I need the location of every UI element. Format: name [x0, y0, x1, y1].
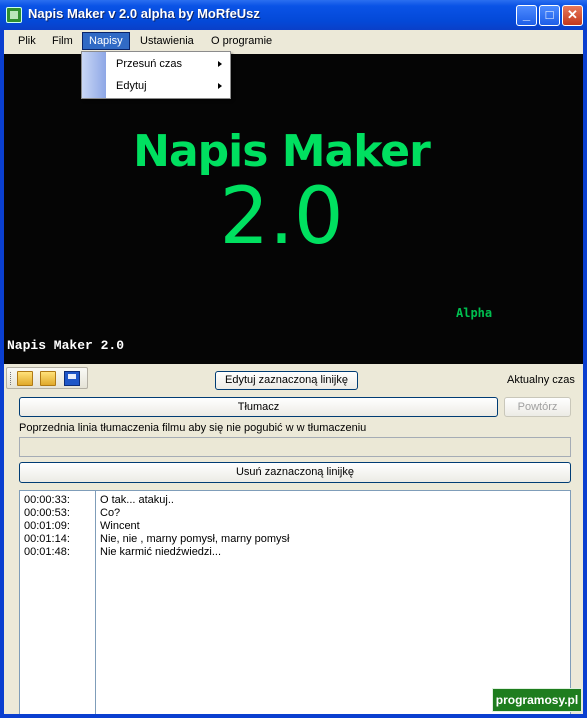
menu-plik[interactable]: Plik [12, 33, 42, 49]
video-player[interactable]: Napis Maker 2.0 Alpha Napis Maker 2.0 [4, 54, 583, 364]
subtitle-time: 00:01:09: [24, 520, 70, 532]
close-icon: ✕ [567, 7, 578, 22]
napisy-dropdown-menu: Przesuń czas Edytuj [81, 51, 231, 99]
delete-line-button[interactable]: Usuń zaznaczoną linijkę [19, 462, 571, 483]
video-caption: Napis Maker 2.0 [7, 338, 125, 353]
subtitle-list[interactable]: 00:00:33: O tak... atakuj.. 00:00:53: Co… [19, 490, 571, 714]
menu-item-label: Przesuń czas [116, 58, 183, 70]
subtitle-time: 00:00:53: [24, 507, 70, 519]
menu-film[interactable]: Film [46, 33, 79, 49]
subtitle-text: Co? [100, 507, 121, 519]
menu-item-edytuj[interactable]: Edytuj [106, 75, 230, 97]
close-button[interactable]: ✕ [562, 5, 583, 26]
toolbar-grip[interactable] [10, 372, 13, 385]
toolbar [6, 367, 88, 389]
logo-tag: Alpha [456, 306, 493, 320]
save-icon[interactable] [64, 371, 80, 386]
minimize-icon: _ [522, 7, 531, 22]
list-item[interactable]: 00:01:14: Nie, nie , marny pomysł, marny… [20, 533, 570, 546]
app-icon[interactable] [6, 7, 22, 23]
app-window: Napis Maker v 2.0 alpha by MoRfeUsz _ □ … [0, 0, 587, 718]
list-item[interactable]: 00:01:09: Wincent [20, 520, 570, 533]
menu-item-przesun-czas[interactable]: Przesuń czas [106, 53, 230, 75]
subtitle-text: Nie karmić niedźwiedzi... [100, 546, 222, 558]
menu-o-programie[interactable]: O programie [205, 33, 278, 49]
client-area: Plik Film Napisy Ustawienia O programie … [4, 30, 583, 714]
subtitle-time: 00:01:14: [24, 533, 70, 545]
list-item[interactable]: 00:00:33: O tak... atakuj.. [20, 494, 570, 507]
logo-title: Napis Maker [133, 126, 431, 177]
logo-version: 2.0 [219, 172, 344, 262]
subtitle-time: 00:00:33: [24, 494, 70, 506]
current-time-label: Aktualny czas [507, 374, 575, 386]
list-item[interactable]: 00:00:53: Co? [20, 507, 570, 520]
subtitle-text: O tak... atakuj.. [100, 494, 174, 506]
open-subtitles-folder-icon[interactable] [40, 371, 56, 386]
repeat-button[interactable]: Powtórz [504, 397, 571, 417]
title-bar[interactable]: Napis Maker v 2.0 alpha by MoRfeUsz _ □ … [0, 0, 587, 30]
menu-item-label: Edytuj [116, 80, 147, 92]
subtitle-time: 00:01:48: [24, 546, 70, 558]
submenu-arrow-icon [218, 61, 222, 67]
subtitle-text: Nie, nie , marny pomysł, marny pomysł [100, 533, 290, 545]
translate-button[interactable]: Tłumacz [19, 397, 498, 417]
menu-icon-strip [82, 52, 106, 98]
menu-ustawienia[interactable]: Ustawienia [134, 33, 200, 49]
open-folder-icon[interactable] [17, 371, 33, 386]
menu-napisy[interactable]: Napisy [82, 32, 130, 50]
list-item[interactable]: 00:01:48: Nie karmić niedźwiedzi... [20, 546, 570, 559]
window-title: Napis Maker v 2.0 alpha by MoRfeUsz [28, 6, 260, 21]
watermark-logo: programosy.pl [492, 688, 582, 712]
minimize-button[interactable]: _ [516, 5, 537, 26]
submenu-arrow-icon [218, 83, 222, 89]
maximize-icon: □ [545, 7, 554, 22]
previous-line-field[interactable] [19, 437, 571, 457]
subtitle-text: Wincent [100, 520, 140, 532]
edit-line-button[interactable]: Edytuj zaznaczoną linijkę [215, 371, 358, 390]
menu-bar: Plik Film Napisy Ustawienia O programie [4, 30, 583, 52]
maximize-button[interactable]: □ [539, 5, 560, 26]
previous-line-label: Poprzednia linia tłumaczenia filmu aby s… [19, 422, 367, 434]
